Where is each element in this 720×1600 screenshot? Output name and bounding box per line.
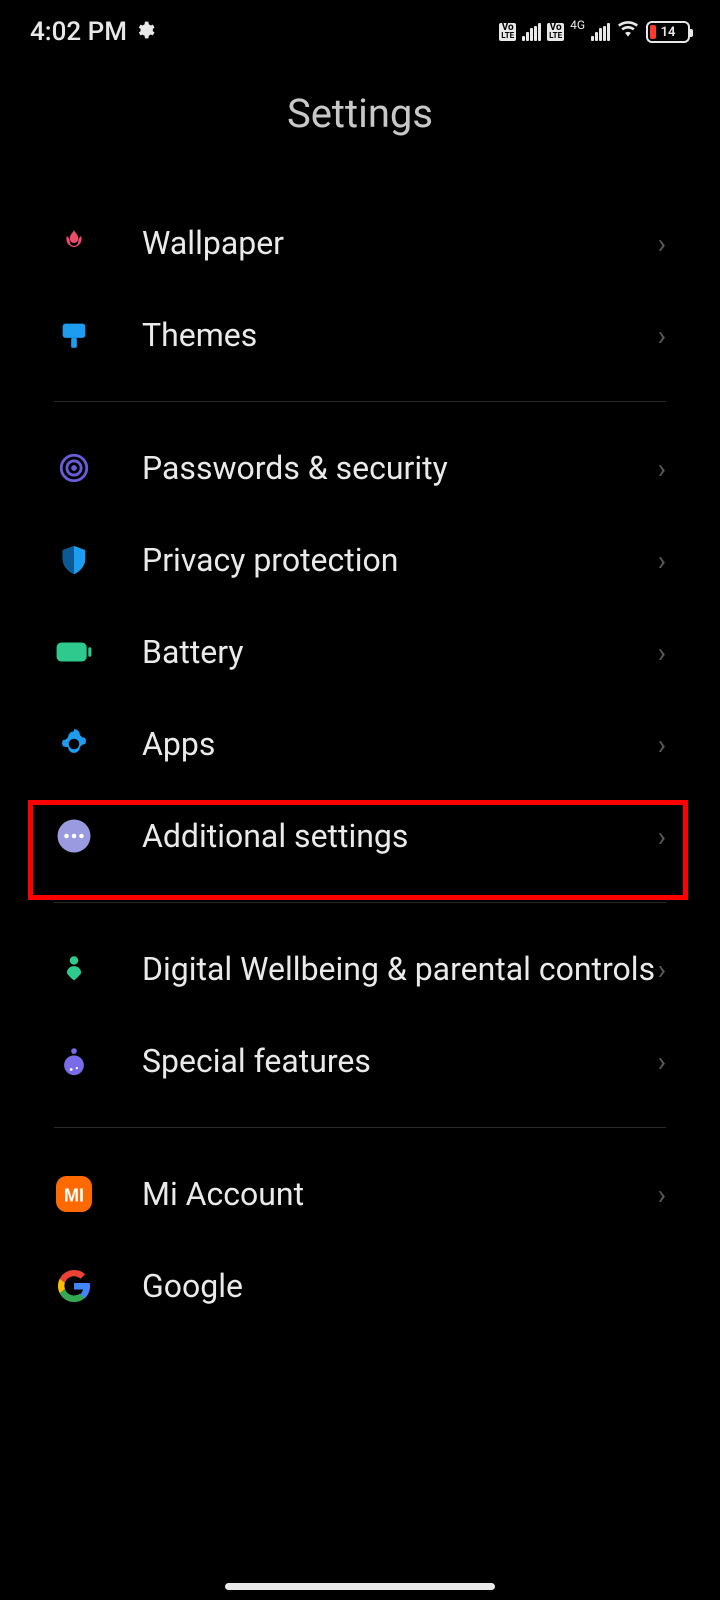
row-label: Privacy protection <box>142 541 658 579</box>
row-label: Apps <box>142 725 658 763</box>
fingerprint-icon <box>54 448 94 488</box>
status-indicators: VoLTE VoLTE 4G 14 <box>499 20 690 44</box>
chevron-right-icon: › <box>658 1045 666 1078</box>
row-label: Battery <box>142 633 658 671</box>
divider <box>54 401 666 402</box>
status-time: 4:02 PM <box>30 17 127 47</box>
network-label: 4G <box>570 20 585 30</box>
divider <box>54 1127 666 1128</box>
row-label: Additional settings <box>142 817 658 855</box>
battery-icon: 14 <box>646 21 690 43</box>
signal-icon <box>591 23 610 41</box>
more-icon <box>54 816 94 856</box>
svg-text:MI: MI <box>64 1186 84 1206</box>
row-themes[interactable]: Themes › <box>4 289 716 381</box>
chevron-right-icon: › <box>658 820 666 853</box>
row-label: Digital Wellbeing & parental controls <box>142 950 658 988</box>
person-heart-icon <box>54 949 94 989</box>
row-label: Special features <box>142 1042 658 1080</box>
row-apps[interactable]: Apps › <box>4 698 716 790</box>
chevron-right-icon: › <box>658 319 666 352</box>
row-wallpaper[interactable]: Wallpaper › <box>4 197 716 289</box>
chevron-right-icon: › <box>658 452 666 485</box>
row-label: Passwords & security <box>142 449 658 487</box>
chevron-right-icon: › <box>658 728 666 761</box>
row-passwords[interactable]: Passwords & security › <box>4 422 716 514</box>
row-special[interactable]: Special features › <box>4 1015 716 1107</box>
chevron-right-icon: › <box>658 544 666 577</box>
mi-logo-icon: MI <box>54 1174 94 1214</box>
row-mi-account[interactable]: MI Mi Account › <box>4 1148 716 1240</box>
row-additional[interactable]: Additional settings › <box>4 790 716 882</box>
row-label: Themes <box>142 316 658 354</box>
settings-list: Wallpaper › Themes › Passwords & securit… <box>0 197 720 1306</box>
google-logo-icon <box>54 1266 94 1306</box>
row-battery[interactable]: Battery › <box>4 606 716 698</box>
chevron-right-icon: › <box>658 227 666 260</box>
battery-icon <box>54 632 94 672</box>
row-label: Wallpaper <box>142 224 658 262</box>
status-bar: 4:02 PM VoLTE VoLTE 4G 14 <box>0 0 720 60</box>
brush-icon <box>54 315 94 355</box>
gear-icon <box>135 20 155 45</box>
volte-icon: VoLTE <box>499 23 516 41</box>
gear-icon <box>54 724 94 764</box>
row-google[interactable]: Google <box>4 1240 716 1306</box>
row-label: Mi Account <box>142 1175 658 1213</box>
divider <box>54 902 666 903</box>
flask-icon <box>54 1041 94 1081</box>
chevron-right-icon: › <box>658 636 666 669</box>
page-title: Settings <box>0 60 720 197</box>
home-indicator[interactable] <box>225 1583 495 1590</box>
chevron-right-icon: › <box>658 953 666 986</box>
row-label: Google <box>142 1267 666 1305</box>
row-wellbeing[interactable]: Digital Wellbeing & parental controls › <box>4 923 716 1015</box>
signal-icon <box>522 23 541 41</box>
shield-icon <box>54 540 94 580</box>
wifi-icon <box>616 20 640 44</box>
row-privacy[interactable]: Privacy protection › <box>4 514 716 606</box>
chevron-right-icon: › <box>658 1178 666 1211</box>
volte-icon: VoLTE <box>547 23 564 41</box>
tulip-icon <box>54 223 94 263</box>
